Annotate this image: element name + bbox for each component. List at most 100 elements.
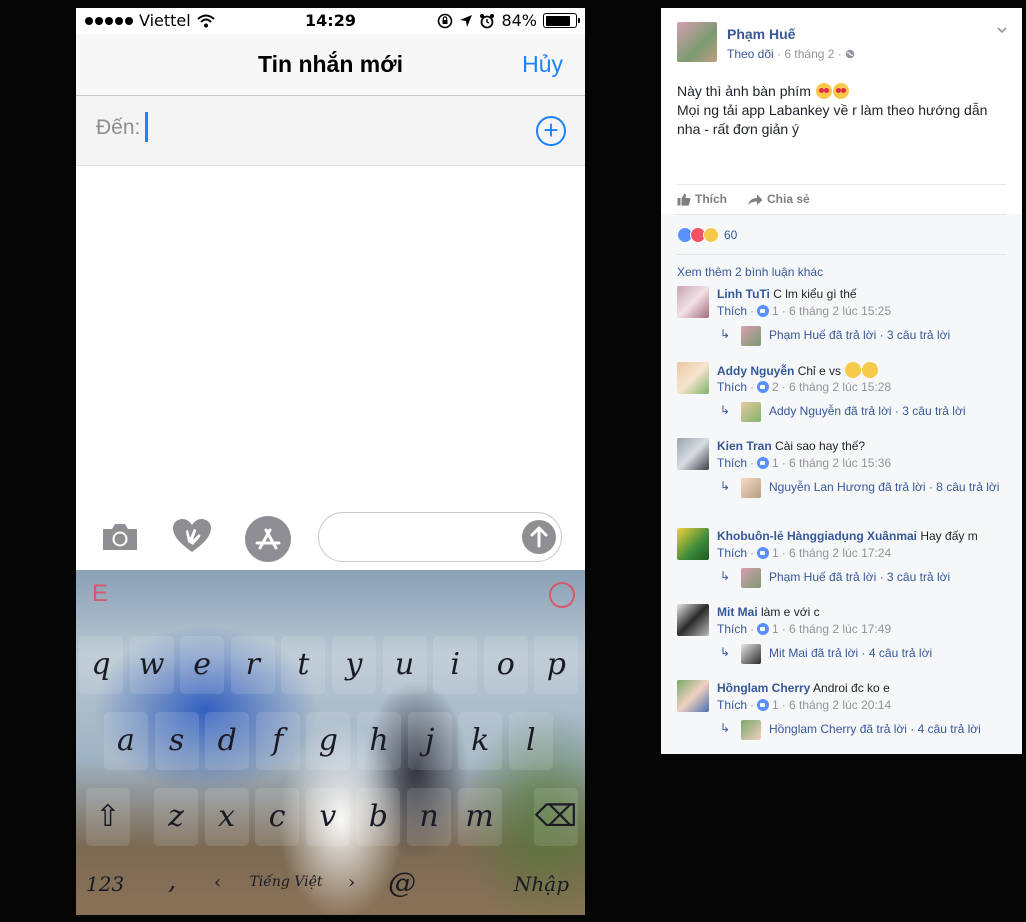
comment-like-button[interactable]: Thích — [717, 380, 747, 394]
follow-link[interactable]: Theo dõi — [727, 47, 774, 61]
key-a[interactable]: a — [104, 712, 148, 770]
comment-timestamp[interactable]: · 6 tháng 2 lúc 20:14 — [782, 698, 891, 712]
key-k[interactable]: k — [458, 712, 503, 770]
comment-like-button[interactable]: Thích — [717, 304, 747, 318]
comment-like-count[interactable]: 1 — [772, 698, 779, 712]
key-d[interactable]: d — [205, 712, 250, 770]
avatar[interactable] — [677, 438, 709, 470]
comment-timestamp[interactable]: · 6 tháng 2 lúc 15:25 — [782, 304, 891, 318]
comment-text: làm e với c — [761, 605, 820, 619]
share-button[interactable]: Chia sẻ — [747, 192, 810, 206]
key-v[interactable]: v — [305, 788, 350, 846]
divider — [677, 254, 1006, 255]
grin-emoji-icon — [845, 362, 862, 378]
app-store-button[interactable] — [245, 516, 291, 562]
key-p[interactable]: p — [534, 636, 579, 694]
emoji-icon[interactable] — [549, 582, 575, 608]
enter-key[interactable]: Nhập — [514, 872, 569, 896]
key-u[interactable]: u — [382, 636, 427, 694]
comment-author[interactable]: Kien Tran — [717, 439, 772, 453]
message-input[interactable] — [318, 512, 562, 562]
comment-like-count[interactable]: 1 — [772, 304, 779, 318]
grin-emoji-icon — [862, 362, 879, 378]
reply-arrow-icon: ↳ — [720, 479, 731, 493]
reply-summary-text: Nguyễn Lan Hương đã trả lời · 8 câu trả … — [769, 480, 1000, 494]
key-j[interactable]: j — [407, 712, 452, 770]
like-label: Thích — [695, 192, 727, 206]
delete-key[interactable]: ⌫ — [534, 788, 578, 846]
key-x[interactable]: x — [204, 788, 249, 846]
like-badge-icon — [757, 699, 770, 711]
comment-text: Cài sao hay thế? — [775, 439, 866, 453]
heart-eyes-emoji-icon — [832, 83, 849, 99]
space-key[interactable]: Tiếng Việt — [206, 874, 366, 890]
key-i[interactable]: i — [433, 636, 478, 694]
comment-like-count[interactable]: 1 — [772, 456, 779, 470]
key-y[interactable]: y — [332, 636, 376, 694]
at-key[interactable]: @ — [388, 866, 416, 899]
avatar[interactable] — [677, 680, 709, 712]
avatar[interactable] — [677, 22, 717, 62]
comment-like-button[interactable]: Thích — [717, 698, 747, 712]
chevron-right-icon[interactable]: › — [348, 872, 355, 893]
key-e[interactable]: e — [180, 636, 225, 694]
reactions-summary[interactable]: 60 — [677, 227, 737, 243]
numbers-key[interactable]: 123 — [86, 872, 124, 896]
comment-like-button[interactable]: Thích — [717, 456, 747, 470]
key-z[interactable]: z — [154, 788, 198, 846]
avatar[interactable] — [677, 362, 709, 394]
comment-author[interactable]: Addy Nguyễn — [717, 364, 794, 378]
comment-like-count[interactable]: 1 — [772, 622, 779, 636]
shift-key[interactable]: ⇧ — [86, 788, 130, 846]
camera-icon[interactable] — [100, 522, 140, 552]
view-more-comments-link[interactable]: Xem thêm 2 bình luận khác — [677, 265, 823, 279]
add-contact-button[interactable]: + — [536, 116, 566, 146]
comment-like-count[interactable]: 1 — [772, 546, 779, 560]
key-s[interactable]: s — [154, 712, 199, 770]
avatar[interactable] — [677, 286, 709, 318]
avatar[interactable] — [677, 604, 709, 636]
comment-text: C lm kiểu gì thế — [773, 287, 857, 301]
key-b[interactable]: b — [356, 788, 401, 846]
comment-timestamp[interactable]: · 6 tháng 2 lúc 15:28 — [782, 380, 891, 394]
labankey-logo[interactable]: E — [92, 580, 108, 608]
key-f[interactable]: f — [255, 712, 300, 770]
avatar[interactable] — [677, 528, 709, 560]
rotation-lock-icon — [438, 13, 453, 28]
post-date[interactable]: · 6 tháng 2 · — [777, 47, 842, 61]
recipient-row[interactable]: Đến: + — [76, 96, 585, 166]
digital-touch-icon[interactable] — [172, 518, 212, 554]
post-line-2: Mọi ng tải app Labankey về r làm theo hư… — [677, 102, 988, 137]
send-button[interactable] — [522, 520, 556, 554]
comment-timestamp[interactable]: · 6 tháng 2 lúc 15:36 — [782, 456, 891, 470]
key-g[interactable]: g — [306, 712, 351, 770]
post-author[interactable]: Phạm Huế — [727, 26, 795, 42]
comment-like-count[interactable]: 2 — [772, 380, 779, 394]
keyboard-toolbar: E — [76, 570, 585, 622]
key-h[interactable]: h — [357, 712, 401, 770]
key-w[interactable]: w — [129, 636, 174, 694]
key-q[interactable]: q — [79, 636, 123, 694]
key-n[interactable]: n — [407, 788, 451, 846]
battery-percent: 84% — [501, 11, 537, 30]
comment-like-button[interactable]: Thích — [717, 546, 747, 560]
cancel-button[interactable]: Hủy — [522, 51, 563, 78]
comment-timestamp[interactable]: · 6 tháng 2 lúc 17:24 — [782, 546, 891, 560]
reaction-count: 60 — [724, 228, 738, 242]
comment-author[interactable]: Linh TuTi — [717, 287, 770, 301]
key-l[interactable]: l — [508, 712, 553, 770]
key-o[interactable]: o — [483, 636, 528, 694]
key-c[interactable]: c — [255, 788, 300, 846]
comment-author[interactable]: Hồnglam Cherry — [717, 681, 810, 695]
key-m[interactable]: m — [457, 788, 502, 846]
comma-key[interactable]: , — [168, 866, 176, 896]
comment-timestamp[interactable]: · 6 tháng 2 lúc 17:49 — [782, 622, 891, 636]
key-t[interactable]: t — [281, 636, 326, 694]
comment-author[interactable]: Khobuôn-lẻ Hànggiadụng Xuânmai — [717, 529, 917, 543]
like-button[interactable]: Thích — [677, 192, 727, 206]
comment-author[interactable]: Mit Mai — [717, 605, 758, 619]
key-r[interactable]: r — [230, 636, 275, 694]
chevron-down-icon[interactable] — [996, 24, 1008, 36]
status-bar: Viettel 14:29 84% — [76, 8, 585, 34]
comment-like-button[interactable]: Thích — [717, 622, 747, 636]
